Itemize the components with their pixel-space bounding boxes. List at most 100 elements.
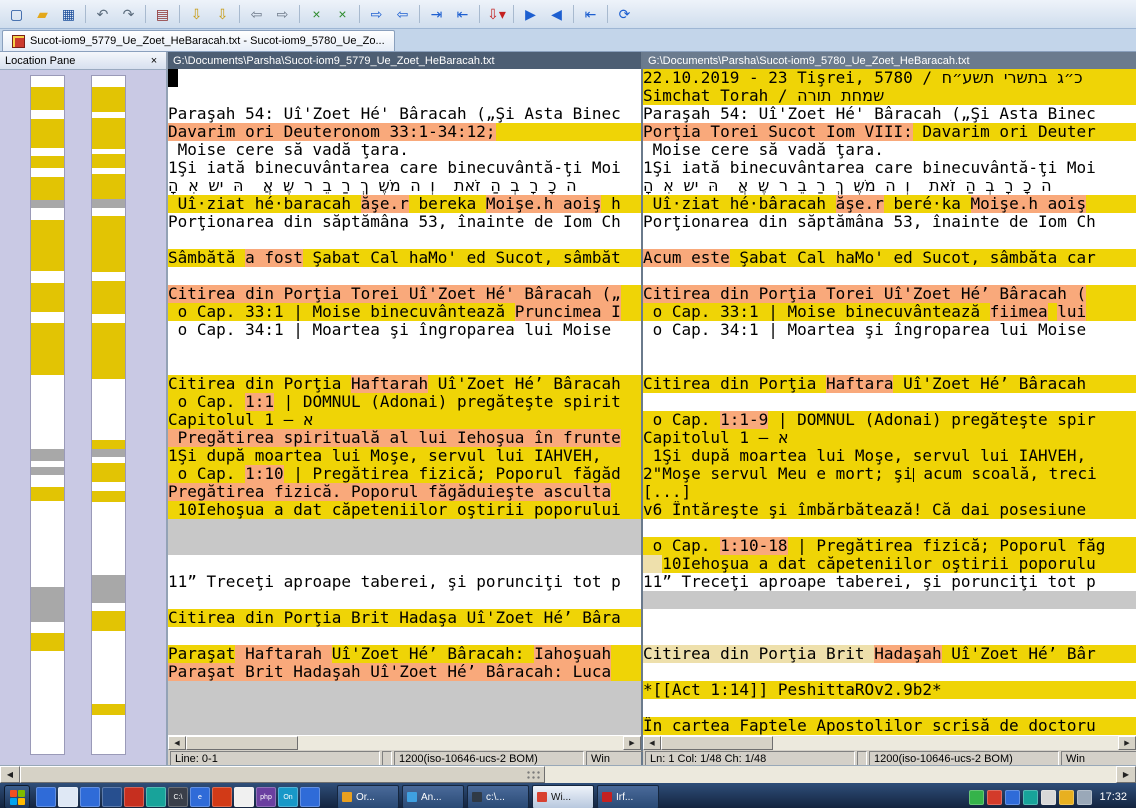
- scroll-track[interactable]: [298, 736, 623, 750]
- window-hscrollbar[interactable]: ◀ ▶: [0, 765, 1136, 783]
- quick-launch-icon-2[interactable]: [58, 787, 78, 807]
- right-pane-text[interactable]: 22.10.2019 - 23 Tişrei, 5780 / כ״ג בתשרי…: [643, 69, 1136, 735]
- scroll-right-arrow-icon[interactable]: ▶: [1116, 766, 1136, 783]
- taskbar-window-4[interactable]: Wi...: [532, 785, 594, 808]
- scroll-thumb[interactable]: [661, 736, 773, 750]
- save-left-button[interactable]: ⇩: [184, 2, 209, 27]
- text-line: Simchat Torah / שמחת תורה: [643, 87, 1136, 105]
- quick-launch-icon-7[interactable]: C:\: [168, 787, 188, 807]
- text-line: Acum este Şabat Cal haMo' ed Sucot, sâmb…: [643, 249, 1136, 267]
- location-map-column-2[interactable]: [91, 75, 126, 755]
- quick-launch-icon-10[interactable]: [234, 787, 254, 807]
- diff-map-segment: [92, 208, 125, 216]
- text-segment: Moişe.h aoiş: [486, 195, 602, 213]
- file-compare-tab[interactable]: Sucot-iom9_5779_Ue_Zoet_HeBaracah.txt - …: [2, 30, 395, 51]
- new-document-button[interactable]: ▢: [4, 2, 29, 27]
- start-button[interactable]: [4, 785, 30, 808]
- next-file-button[interactable]: ⇨: [270, 2, 295, 27]
- taskbar-window-3[interactable]: c:\...: [467, 785, 529, 808]
- prev-file-button[interactable]: ⇦: [244, 2, 269, 27]
- tray-icon-5[interactable]: [1041, 790, 1056, 805]
- tray-icon-6[interactable]: [1059, 790, 1074, 805]
- text-segment: Pregătirea spirituală al lui Iehoşua în …: [168, 429, 621, 447]
- scroll-right-arrow-icon[interactable]: ▶: [623, 736, 641, 750]
- next-diff-button[interactable]: ▶: [518, 2, 543, 27]
- text-line: [643, 699, 1136, 717]
- quick-launch-icon-4[interactable]: [102, 787, 122, 807]
- taskbar-window-5[interactable]: Irf...: [597, 785, 659, 808]
- text-line: [168, 555, 641, 573]
- quick-launch-icon-13[interactable]: [300, 787, 320, 807]
- open-button[interactable]: ▰: [30, 2, 55, 27]
- tray-icon-2[interactable]: [987, 790, 1002, 805]
- text-segment: o Cap. 34:1 | Moartea şi îngroparea lui …: [643, 321, 1086, 339]
- quick-launch-icon-8[interactable]: e: [190, 787, 210, 807]
- copy-right-button[interactable]: ⇨: [364, 2, 389, 27]
- scroll-track[interactable]: [545, 766, 1116, 783]
- save-right-button[interactable]: ⇩: [210, 2, 235, 27]
- windows-logo-icon: [10, 790, 25, 805]
- taskbar-window-2[interactable]: An...: [402, 785, 464, 808]
- diff-dropdown-button[interactable]: ⇩▾: [484, 2, 509, 27]
- location-map-column-1[interactable]: [30, 75, 65, 755]
- copy-left-button[interactable]: ⇦: [390, 2, 415, 27]
- text-segment: beré·ka: [884, 195, 971, 213]
- left-pane-path[interactable]: G:\Documents\Parsha\Sucot-iom9_5779_Ue_Z…: [168, 52, 641, 69]
- diff-map-segment: [31, 475, 64, 486]
- taskbar-window-1[interactable]: Or...: [337, 785, 399, 808]
- diff-map-segment: [31, 283, 64, 312]
- text-segment: Citirea din Porţia Brit Hadaşa Uî'Zoet H…: [168, 609, 621, 627]
- close-icon[interactable]: ×: [147, 55, 161, 67]
- taskbar-clock[interactable]: 17:32: [1099, 791, 1127, 803]
- splitter-grip-icon[interactable]: [526, 770, 542, 780]
- text-line: o Cap. 34:1 | Moartea şi îngroparea lui …: [643, 321, 1136, 339]
- text-line: 11” Treceţi aproape taberei, şi porunciţ…: [643, 573, 1136, 591]
- quick-launch-icon-3[interactable]: [80, 787, 100, 807]
- prev-diff-button[interactable]: ◀: [544, 2, 569, 27]
- copy-left-advance-button[interactable]: ⇤: [450, 2, 475, 27]
- diff-map-segment: [31, 487, 64, 501]
- toolbar-separator: [359, 5, 360, 23]
- refresh-button[interactable]: ⟳: [612, 2, 637, 27]
- tray-icon-4[interactable]: [1023, 790, 1038, 805]
- diff-map-segment: [31, 156, 64, 167]
- text-line: [643, 267, 1136, 285]
- quick-launch-icon-6[interactable]: [146, 787, 166, 807]
- text-segment: ה כָ רָ בְ הַ זֹאת וְ ה מֹשֶ ךְ רַ בֵ ר …: [643, 177, 1052, 195]
- right-pane-hscrollbar[interactable]: ◀ ▶: [643, 735, 1136, 750]
- scroll-left-arrow-icon[interactable]: ◀: [0, 766, 20, 783]
- redo-button[interactable]: ↷: [116, 2, 141, 27]
- copy-right-advance-button[interactable]: ⇥: [424, 2, 449, 27]
- location-map[interactable]: [0, 70, 166, 765]
- diff-map-segment: [31, 375, 64, 450]
- scroll-thumb[interactable]: [20, 766, 545, 783]
- quick-launch-icon-1[interactable]: [36, 787, 56, 807]
- quick-launch-icon-11[interactable]: php: [256, 787, 276, 807]
- scroll-left-arrow-icon[interactable]: ◀: [643, 736, 661, 750]
- text-line: [643, 519, 1136, 537]
- undo-button[interactable]: ↶: [90, 2, 115, 27]
- taskbar: C:\e phpOn Or...An...c:\...Wi...Irf... 17…: [0, 783, 1136, 808]
- quick-launch-icon-5[interactable]: [124, 787, 144, 807]
- diff-map-segment: [92, 174, 125, 199]
- left-pane-text[interactable]: Paraşah 54: Uî'Zoet Hé' Bâracah („Şi Ast…: [168, 69, 641, 735]
- scroll-right-arrow-icon[interactable]: ▶: [1118, 736, 1136, 750]
- quick-launch-icon-9[interactable]: [212, 787, 232, 807]
- quick-launch-icon-12[interactable]: On: [278, 787, 298, 807]
- tray-icon-1[interactable]: [969, 790, 984, 805]
- text-line: Pregătirea fizică. Poporul făgăduieşte a…: [168, 483, 641, 501]
- scroll-thumb[interactable]: [186, 736, 298, 750]
- diff-map-segment: [92, 323, 125, 379]
- auto-merge-button[interactable]: ×: [330, 2, 355, 27]
- right-pane-path[interactable]: G:\Documents\Parsha\Sucot-iom9_5780_Ue_Z…: [643, 52, 1136, 69]
- first-diff-button[interactable]: ⇤: [578, 2, 603, 27]
- scroll-track[interactable]: [773, 736, 1118, 750]
- scroll-left-arrow-icon[interactable]: ◀: [168, 736, 186, 750]
- merge-mode-button[interactable]: ×: [304, 2, 329, 27]
- tray-icon-7[interactable]: [1077, 790, 1092, 805]
- tray-icon-3[interactable]: [1005, 790, 1020, 805]
- options-button[interactable]: ▤: [150, 2, 175, 27]
- text-line: 2"Moşe servul Meu e mort; şi acum scoală…: [643, 465, 1136, 483]
- left-pane-hscrollbar[interactable]: ◀ ▶: [168, 735, 641, 750]
- save-button[interactable]: ▦: [56, 2, 81, 27]
